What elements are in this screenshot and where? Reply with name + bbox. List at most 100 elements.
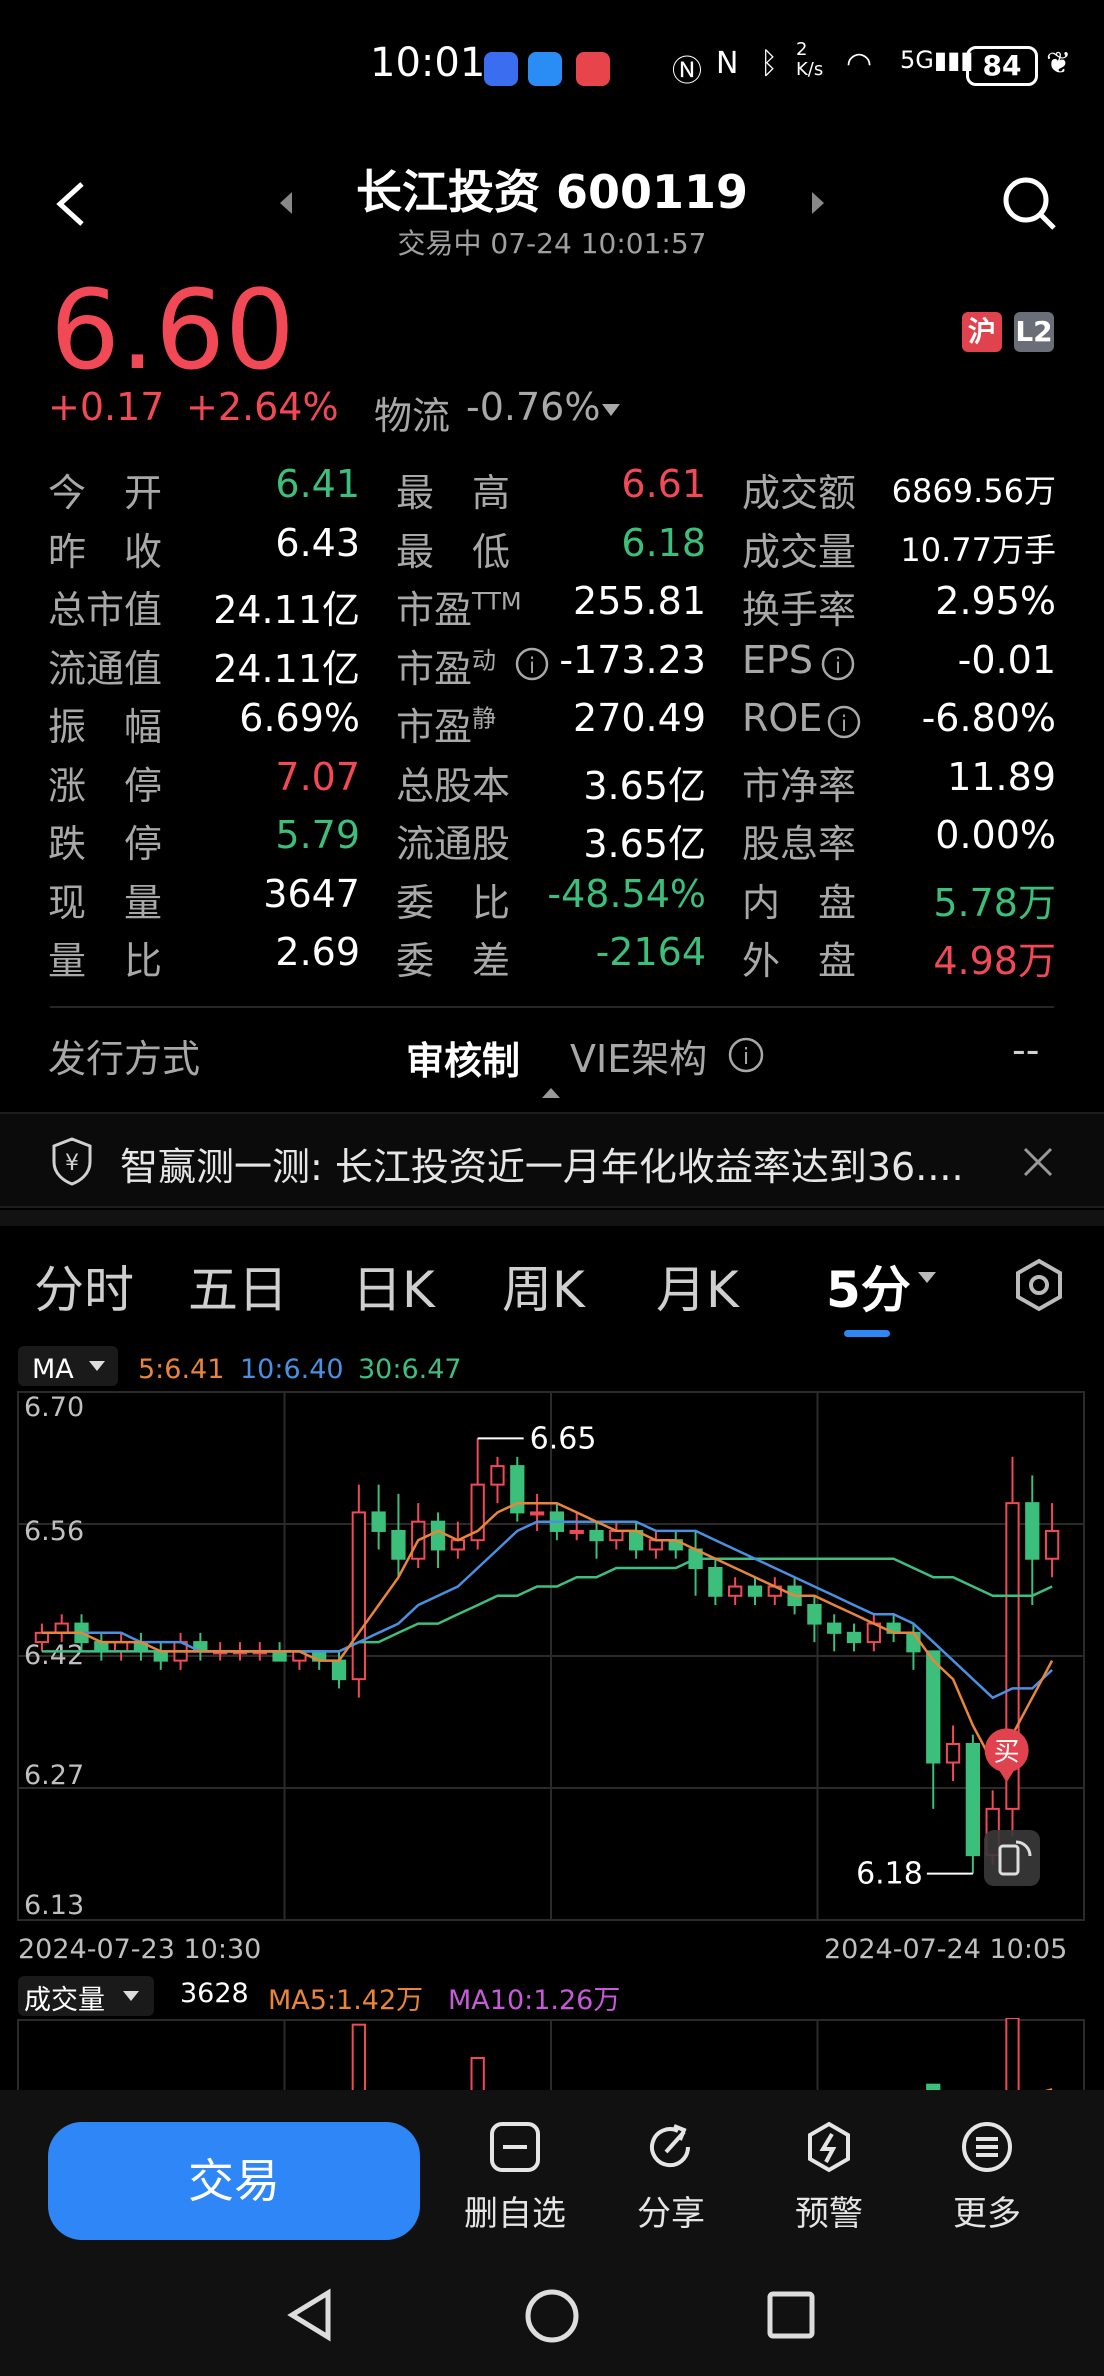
- nav-home-icon[interactable]: [524, 2288, 580, 2344]
- info-icon[interactable]: i: [826, 704, 862, 740]
- svg-text:i: i: [841, 712, 847, 736]
- stat-label: 委 比: [396, 880, 511, 925]
- candle-body: [450, 1539, 466, 1551]
- signal-icon: 5G▮▮▮: [900, 46, 974, 74]
- high-marker-label: 6.65: [530, 1421, 597, 1456]
- remove-watchlist-label: 删自选: [464, 2194, 566, 2234]
- nav-recents-icon[interactable]: [766, 2290, 816, 2340]
- volume-dropdown-icon[interactable]: [122, 1990, 140, 2002]
- stat-value: 6.41: [275, 462, 360, 506]
- candle-body: [569, 1529, 584, 1534]
- svg-text:i: i: [743, 1045, 749, 1070]
- stat-value: -173.23: [559, 637, 706, 682]
- info-icon[interactable]: i: [727, 1036, 765, 1074]
- stat-label: 市净率: [742, 763, 857, 808]
- share-button[interactable]: 分享: [596, 2120, 746, 2235]
- search-icon[interactable]: [1000, 174, 1060, 234]
- stat-label: 振 幅: [48, 705, 163, 749]
- candle-body: [331, 1659, 347, 1681]
- stat-value: -6.80%: [921, 696, 1056, 740]
- info-icon[interactable]: i: [820, 646, 856, 682]
- candle-body: [589, 1529, 604, 1542]
- stat-value: 5.78万: [933, 880, 1056, 925]
- settings-icon[interactable]: [1012, 1258, 1066, 1312]
- volume-value: 3628: [180, 1978, 249, 2009]
- price-axis-label: 6.13: [24, 1890, 84, 1921]
- issue-value: 审核制: [406, 1039, 521, 1083]
- stat-value: 6869.56万: [891, 472, 1056, 510]
- sector-name[interactable]: 物流: [374, 385, 450, 440]
- alert-icon: [808, 2121, 850, 2173]
- stat-label: 今 开: [48, 471, 163, 515]
- stat-value: 7.07: [275, 754, 360, 799]
- trade-button[interactable]: 交易: [48, 2122, 420, 2240]
- section-gap: [0, 1210, 1104, 1226]
- tab-intraday[interactable]: 分时: [34, 1250, 134, 1322]
- tab-5min[interactable]: 5分: [826, 1250, 911, 1322]
- status-time: 10:01: [370, 40, 486, 86]
- tab-dropdown-icon[interactable]: [916, 1270, 938, 1286]
- sector-dropdown-icon[interactable]: [600, 402, 622, 418]
- candle-body: [1025, 1502, 1040, 1560]
- leaf-icon: ❦: [1046, 46, 1072, 81]
- alert-button[interactable]: 预警: [754, 2120, 904, 2235]
- more-button[interactable]: 更多: [912, 2120, 1062, 2235]
- share-icon: [650, 2124, 691, 2168]
- stat-value: 6.61: [621, 462, 706, 506]
- stat-value: 10.77万手: [900, 530, 1056, 569]
- sector-pct[interactable]: -0.76%: [466, 385, 600, 429]
- svg-text:i: i: [835, 654, 841, 678]
- stat-value: 2.69: [275, 930, 360, 974]
- close-icon[interactable]: [1022, 1146, 1054, 1178]
- current-price: 6.60: [50, 266, 295, 394]
- issue-label: 发行方式: [48, 1037, 201, 1081]
- stat-label: 内 盘: [742, 880, 857, 925]
- tab-weekly-k[interactable]: 周K: [502, 1250, 585, 1322]
- ma5-line: [41, 1501, 1054, 1765]
- tab-five-day[interactable]: 五日: [188, 1250, 288, 1322]
- volume-selector-label: 成交量: [24, 1985, 105, 2016]
- time-axis-end: 2024-07-24 10:05: [824, 1934, 1068, 1965]
- market-badge: 沪: [962, 312, 1002, 352]
- banner-text[interactable]: 智赢测一测: 长江投资近一月年化收益率达到36....: [120, 1136, 964, 1191]
- stat-label: 换手率: [742, 588, 857, 632]
- stat-label: 昨 收: [48, 529, 163, 574]
- price-axis-label: 6.70: [24, 1392, 84, 1423]
- candle-body: [965, 1743, 981, 1857]
- stat-value: -0.01: [957, 637, 1056, 682]
- rotate-screen-icon[interactable]: [984, 1830, 1040, 1886]
- stat-value: 5.79: [275, 813, 360, 857]
- vie-label: VIE架构: [570, 1037, 708, 1081]
- app-notification-icon: [528, 52, 562, 86]
- tab-daily-k[interactable]: 日K: [352, 1250, 435, 1322]
- svg-text:¥: ¥: [65, 1151, 79, 1176]
- trading-status: 交易中 07-24 10:01:57: [397, 227, 707, 260]
- candle-body: [490, 1465, 505, 1486]
- price-axis-label: 6.42: [24, 1640, 84, 1671]
- candle-body: [945, 1743, 961, 1764]
- vie-value: --: [1012, 1028, 1040, 1072]
- low-marker-label: 6.18: [856, 1857, 923, 1892]
- candle-body: [926, 1650, 941, 1764]
- candle-body: [351, 1511, 366, 1681]
- info-icon[interactable]: i: [514, 646, 550, 682]
- stat-value: 2.95%: [935, 579, 1056, 623]
- collapse-arrow-icon[interactable]: [540, 1086, 562, 1100]
- stat-value: -2164: [595, 930, 706, 974]
- price-axis-label: 6.27: [24, 1760, 84, 1791]
- ma-dropdown-icon[interactable]: [88, 1360, 106, 1372]
- candle-body: [94, 1641, 109, 1653]
- stat-label: 流通股: [396, 822, 511, 866]
- stat-value: 4.98万: [933, 939, 1056, 983]
- nav-back-icon[interactable]: [286, 2288, 336, 2342]
- buy-marker-label: 买: [994, 1737, 1020, 1767]
- next-stock-icon[interactable]: [808, 190, 828, 216]
- candlestick-chart[interactable]: 6.70 6.56 6.42 6.27 6.13 6.65 6.18 买: [0, 1390, 1104, 1930]
- tab-monthly-k[interactable]: 月K: [656, 1250, 739, 1322]
- net-speed: 2 K/s: [796, 39, 824, 80]
- divider: [50, 1006, 1054, 1008]
- remove-watchlist-button[interactable]: 删自选: [440, 2120, 590, 2235]
- volume-ma10: MA10:1.26万: [448, 1985, 621, 2016]
- stat-label: 股息率: [742, 822, 857, 866]
- candle-body: [430, 1520, 446, 1551]
